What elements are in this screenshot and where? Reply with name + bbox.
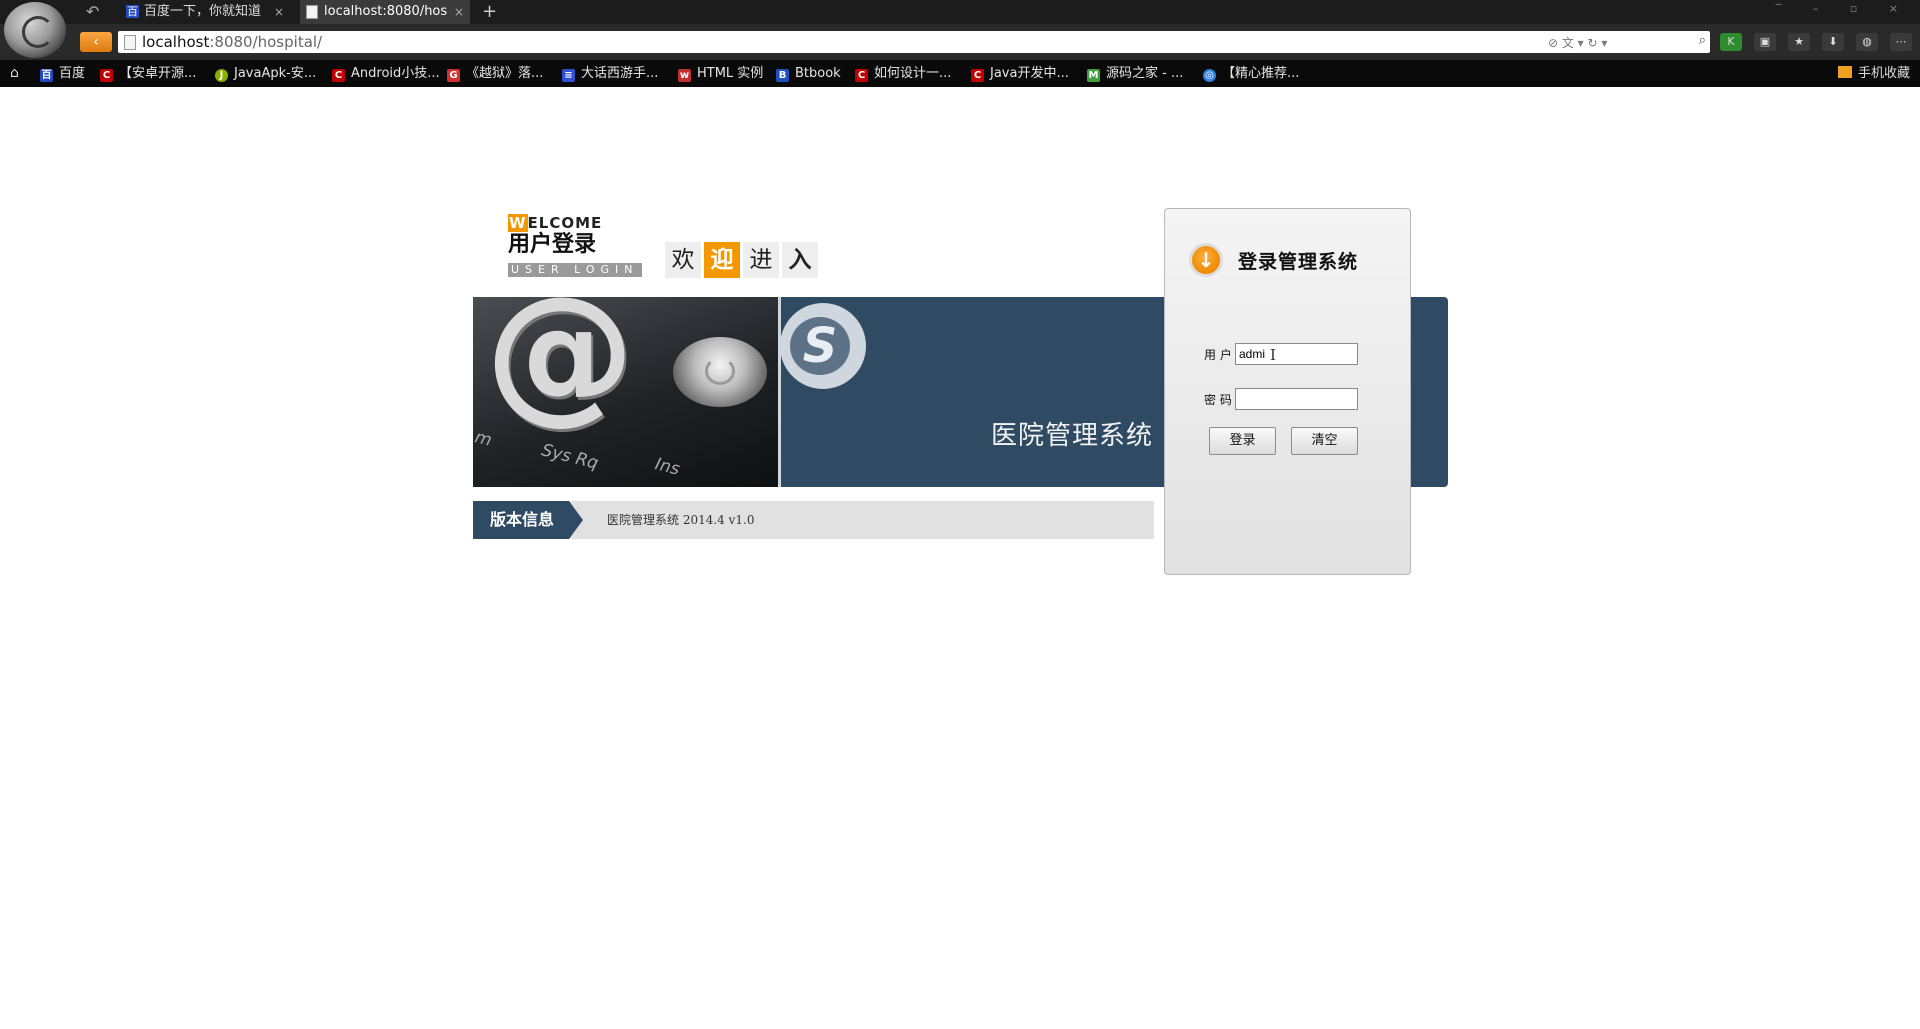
- search-icon[interactable]: ⌕: [1699, 33, 1706, 48]
- clear-button[interactable]: 清空: [1291, 427, 1358, 455]
- keyboard-photo: @ Sys Rq Ins m: [473, 297, 778, 487]
- power-button-icon: [673, 337, 767, 407]
- page-icon: [124, 35, 136, 50]
- welcome-char: 欢: [665, 242, 701, 278]
- login-title: 登录管理系统: [1238, 251, 1359, 273]
- welcome-char: 入: [782, 242, 818, 278]
- g-icon: G: [447, 69, 460, 82]
- user-login-subheading: USER LOGIN: [508, 263, 642, 277]
- csdn-icon: C: [100, 69, 113, 82]
- login-panel: ↓ 登录管理系统 用 户 I 密 码 登录 清空: [1164, 208, 1411, 575]
- star-icon[interactable]: ★: [1788, 33, 1810, 51]
- window-controls[interactable]: ‾ – ▫ ×: [1776, 2, 1912, 15]
- btbook-icon: B: [776, 69, 789, 82]
- browser-tab-bar: ↶ 百 百度一下，你就知道 × localhost:8080/hos × + ‾…: [0, 0, 1920, 24]
- bookmark-item[interactable]: M 源码之家 - ...: [1087, 60, 1183, 87]
- url-text[interactable]: localhost:8080/hospital/: [142, 33, 322, 51]
- user-login-heading: 用户登录: [508, 232, 597, 257]
- address-bar-row: ‹ localhost:8080/hospital/ ⊘ 文 ▾ ↻ ▾ ⌕ K…: [0, 24, 1920, 60]
- gamepad-icon[interactable]: ◍: [1856, 33, 1878, 51]
- bookmark-item[interactable]: C 【安卓开源...: [100, 60, 196, 87]
- mobile-bookmarks[interactable]: 手机收藏: [1837, 60, 1910, 87]
- csdn-icon: C: [855, 69, 868, 82]
- csdn-icon: C: [971, 69, 984, 82]
- page-favicon-icon: [306, 5, 318, 19]
- globe-icon: ◎: [1203, 69, 1216, 82]
- welcome-title: WELCOME: [508, 214, 603, 232]
- version-text: 医院管理系统 2014.4 v1.0: [607, 513, 755, 527]
- login-button[interactable]: 登录: [1209, 427, 1276, 455]
- bookmark-item[interactable]: G 《越狱》落...: [447, 60, 543, 87]
- bookmark-item[interactable]: 百百度: [40, 60, 85, 87]
- at-sign-icon: @: [485, 297, 635, 439]
- m-icon: M: [1087, 69, 1100, 82]
- folder-icon: [1837, 66, 1852, 78]
- csdn-icon: C: [332, 69, 345, 82]
- version-bar: 版本信息 医院管理系统 2014.4 v1.0: [473, 501, 1154, 539]
- welcome-char: 进: [743, 242, 779, 278]
- back-button[interactable]: ‹: [80, 32, 112, 52]
- bookmark-item[interactable]: B Btbook: [776, 60, 841, 87]
- url-tools[interactable]: ⊘ 文 ▾ ↻ ▾: [1548, 34, 1607, 51]
- version-tab-arrow: [569, 501, 583, 539]
- username-label: 用 户: [1204, 348, 1232, 362]
- tab-baidu[interactable]: 百 百度一下，你就知道 ×: [120, 0, 290, 24]
- bookmark-item[interactable]: C Java开发中...: [971, 60, 1069, 87]
- welcome-block: WELCOME 用户登录 USER LOGIN: [508, 214, 642, 277]
- download-icon[interactable]: ⬇: [1822, 33, 1844, 51]
- username-input[interactable]: [1235, 343, 1358, 365]
- lock-icon[interactable]: ▣: [1754, 33, 1776, 51]
- tab-title: localhost:8080/hos: [324, 4, 448, 19]
- tab-title: 百度一下，你就知道: [144, 4, 262, 19]
- password-input[interactable]: [1235, 388, 1358, 410]
- welcome-chars: 欢迎进入: [665, 242, 821, 278]
- text-cursor-icon: I: [1270, 346, 1276, 364]
- bookmark-item[interactable]: w HTML 实例: [678, 60, 763, 87]
- new-tab-button[interactable]: +: [482, 0, 497, 24]
- browser-logo-icon[interactable]: [4, 2, 66, 58]
- baidu-favicon-icon: 百: [126, 5, 139, 18]
- key-label: Ins: [652, 454, 682, 480]
- tab-localhost[interactable]: localhost:8080/hos ×: [300, 0, 470, 24]
- grid-icon: ≡: [562, 69, 575, 82]
- tab-close-icon[interactable]: ×: [454, 0, 464, 24]
- arrow-down-icon: ↓: [1189, 243, 1223, 277]
- address-bar[interactable]: localhost:8080/hospital/ ⊘ 文 ▾ ↻ ▾ ⌕: [118, 31, 1710, 53]
- bookmark-item[interactable]: ≡ 大话西游手...: [562, 60, 658, 87]
- s-logo-icon: S: [780, 303, 866, 389]
- k-extension-icon[interactable]: K: [1720, 33, 1742, 51]
- bookmark-item[interactable]: J JavaApk-安...: [215, 60, 316, 87]
- bookmark-item[interactable]: C 如何设计一...: [855, 60, 951, 87]
- banner-title: 医院管理系统: [991, 421, 1154, 451]
- w3-icon: w: [678, 69, 691, 82]
- bookmarks-bar: ⌂ 百百度 C 【安卓开源... J JavaApk-安... C Android小技…: [0, 60, 1920, 87]
- baidu-icon: 百: [40, 69, 53, 82]
- password-label: 密 码: [1204, 393, 1232, 407]
- bookmark-item[interactable]: ◎ 【精心推荐...: [1203, 60, 1299, 87]
- welcome-char: 迎: [704, 242, 740, 278]
- bookmark-item[interactable]: C Android小技...: [332, 60, 440, 87]
- javaapk-icon: J: [215, 69, 228, 82]
- home-icon[interactable]: ⌂: [10, 65, 19, 81]
- tab-close-icon[interactable]: ×: [274, 0, 284, 24]
- menu-icon[interactable]: ⋯: [1890, 33, 1912, 51]
- version-tab: 版本信息: [473, 501, 569, 539]
- key-label: Sys Rq: [539, 440, 601, 474]
- key-label: m: [473, 427, 494, 451]
- banner-divider: [778, 297, 781, 487]
- undo-arrow-icon[interactable]: ↶: [86, 2, 99, 21]
